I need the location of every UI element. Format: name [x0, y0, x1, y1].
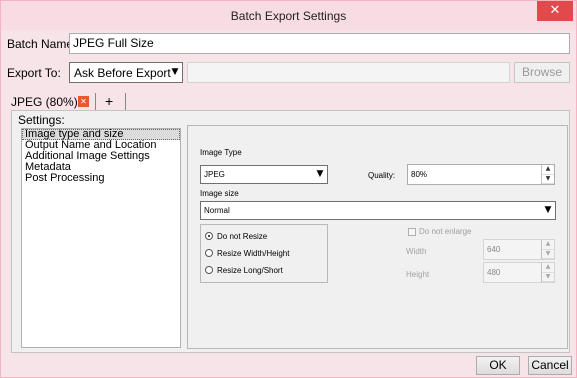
height-value: 480: [487, 268, 501, 277]
height-label: Height: [406, 270, 430, 279]
title-bar: Batch Export Settings ✕: [1, 1, 576, 30]
quality-stepper[interactable]: ▲ ▼: [541, 165, 554, 184]
chevron-down-icon: ▼: [171, 67, 179, 77]
resize-option-radio[interactable]: [205, 249, 213, 257]
batch-name-input[interactable]: JPEG Full Size: [69, 33, 570, 54]
height-stepper: ▲ ▼: [541, 263, 554, 282]
export-to-label: Export To:: [7, 66, 61, 80]
image-type-label: Image Type: [200, 148, 242, 157]
do-not-enlarge-checkbox: [408, 228, 416, 236]
resize-option-label[interactable]: Resize Long/Short: [217, 266, 283, 275]
width-value: 640: [487, 245, 501, 254]
ok-button[interactable]: OK: [476, 356, 520, 375]
batch-name-label: Batch Name: [7, 37, 74, 51]
settings-list[interactable]: Image type and size Output Name and Loca…: [21, 128, 181, 348]
close-icon[interactable]: ✕: [537, 1, 573, 21]
tab-jpeg-label[interactable]: JPEG (80%): [11, 95, 78, 109]
image-type-select[interactable]: JPEG ▼: [200, 165, 328, 184]
browse-button: Browse: [514, 62, 570, 83]
export-to-select[interactable]: Ask Before Export ▼: [69, 62, 183, 83]
quality-value: 80%: [411, 170, 428, 179]
image-type-value: JPEG: [204, 170, 225, 179]
tab-divider: [125, 93, 126, 110]
chevron-down-icon: ▼: [544, 205, 552, 215]
spin-up-icon: ▲: [542, 240, 554, 250]
resize-option-label[interactable]: Do not Resize: [217, 232, 267, 241]
chevron-down-icon: ▼: [316, 169, 324, 179]
add-tab-button[interactable]: +: [105, 93, 113, 109]
list-item[interactable]: Post Processing: [22, 173, 180, 184]
resize-option-label[interactable]: Resize Width/Height: [217, 249, 289, 258]
spin-up-icon: ▲: [542, 263, 554, 273]
settings-heading: Settings:: [18, 113, 65, 127]
export-to-value: Ask Before Export: [74, 66, 171, 80]
window-title: Batch Export Settings: [230, 9, 347, 23]
tab-close-icon[interactable]: ✕: [78, 96, 89, 107]
spin-up-icon[interactable]: ▲: [542, 165, 554, 175]
batch-export-window: Batch Export Settings ✕ Batch Name JPEG …: [0, 0, 577, 378]
quality-input[interactable]: 80%: [407, 164, 555, 185]
do-not-enlarge-label: Do not enlarge: [419, 227, 472, 236]
resize-option-radio[interactable]: [205, 266, 213, 274]
tab-divider: [95, 93, 96, 110]
resize-option-radio[interactable]: [205, 232, 213, 240]
width-label: Width: [406, 247, 427, 256]
image-size-value: Normal: [204, 206, 230, 215]
spin-down-icon[interactable]: ▼: [542, 175, 554, 184]
spin-down-icon: ▼: [542, 250, 554, 259]
width-stepper: ▲ ▼: [541, 240, 554, 259]
image-size-select[interactable]: Normal ▼: [200, 201, 556, 220]
image-size-label: Image size: [200, 189, 239, 198]
spin-down-icon: ▼: [542, 273, 554, 282]
quality-label: Quality:: [368, 171, 396, 180]
cancel-button[interactable]: Cancel: [528, 356, 572, 375]
export-path-input: [187, 62, 510, 83]
